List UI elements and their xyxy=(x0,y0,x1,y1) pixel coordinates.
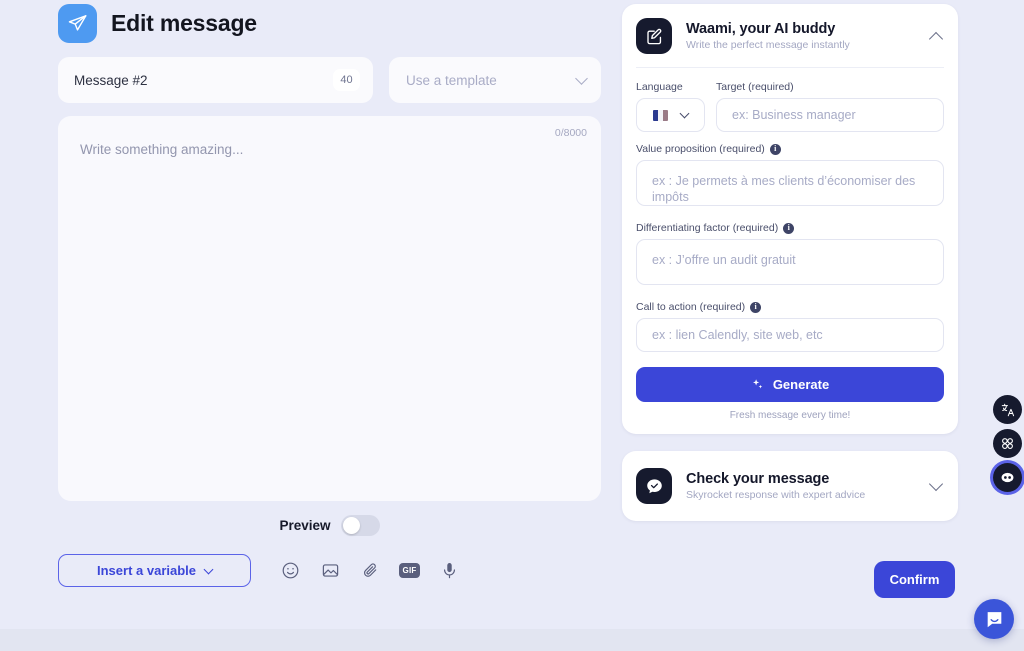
ai-buddy-subtitle: Write the perfect message instantly xyxy=(686,39,850,51)
chevron-down-icon[interactable] xyxy=(928,476,944,491)
send-plane-icon xyxy=(58,3,97,43)
differentiating-factor-label: Differentiating factor (required) i xyxy=(636,222,944,234)
message-textarea-placeholder: Write something amazing... xyxy=(80,142,244,157)
image-icon[interactable] xyxy=(319,560,341,582)
floating-rail xyxy=(993,395,1022,492)
check-message-subtitle: Skyrocket response with expert advice xyxy=(686,489,866,501)
edit-square-icon xyxy=(636,18,672,54)
chat-check-icon xyxy=(636,468,672,504)
template-select[interactable]: Use a template xyxy=(389,57,601,103)
translate-icon[interactable] xyxy=(993,395,1022,424)
template-select-placeholder: Use a template xyxy=(406,72,497,88)
call-to-action-label-text: Call to action (required) xyxy=(636,301,746,313)
attachment-icon[interactable] xyxy=(359,560,381,582)
message-editor-column: Edit message Message #2 40 Use a templat… xyxy=(58,0,603,587)
chevron-down-icon xyxy=(203,564,214,574)
page-header: Edit message xyxy=(58,2,603,44)
intercom-launcher[interactable] xyxy=(974,599,1014,639)
attachment-icon-strip: GIF xyxy=(279,560,460,582)
call-to-action-label: Call to action (required) i xyxy=(636,301,944,313)
preview-label: Preview xyxy=(279,518,331,533)
language-field: Language xyxy=(636,81,705,132)
sparkle-icon xyxy=(752,379,763,389)
preview-toggle-knob xyxy=(342,517,360,534)
info-icon[interactable]: i xyxy=(783,222,795,234)
target-input[interactable] xyxy=(716,98,944,132)
message-meta-row: Message #2 40 Use a template xyxy=(58,57,603,103)
microphone-icon[interactable] xyxy=(438,560,460,582)
check-message-panel-header[interactable]: Check your message Skyrocket response wi… xyxy=(622,451,958,521)
ai-buddy-panel: Waami, your AI buddy Write the perfect m… xyxy=(622,4,958,434)
message-name-field[interactable]: Message #2 40 xyxy=(58,57,373,103)
check-message-panel: Check your message Skyrocket response wi… xyxy=(622,451,958,521)
ai-buddy-panel-body: Language Target (required) Value proposi… xyxy=(636,67,944,434)
generate-note: Fresh message every time! xyxy=(729,410,851,421)
insert-variable-label: Insert a variable xyxy=(97,563,196,578)
language-select[interactable] xyxy=(636,98,705,132)
value-proposition-field: Value proposition (required) i xyxy=(636,143,944,211)
differentiating-factor-input[interactable] xyxy=(636,239,944,285)
message-name-label: Message #2 xyxy=(74,72,148,88)
target-label: Target (required) xyxy=(716,81,794,93)
bottom-strip xyxy=(0,629,1024,651)
generate-button[interactable]: Generate xyxy=(636,367,944,402)
language-target-row: Language Target (required) xyxy=(636,81,944,132)
call-to-action-input[interactable] xyxy=(636,318,944,352)
differentiating-factor-field: Differentiating factor (required) i xyxy=(636,222,944,290)
preview-toggle[interactable] xyxy=(340,515,380,536)
page-title: Edit message xyxy=(111,9,257,36)
emoji-icon[interactable] xyxy=(279,560,301,582)
preview-toggle-row: Preview xyxy=(58,515,601,536)
ai-buddy-title: Waami, your AI buddy xyxy=(686,21,836,37)
generate-button-label: Generate xyxy=(772,377,830,392)
assistant-avatar-icon[interactable] xyxy=(993,463,1022,492)
language-label: Language xyxy=(636,81,683,93)
check-message-panel-text: Check your message Skyrocket response wi… xyxy=(686,471,917,501)
message-textarea[interactable]: 0/8000 Write something amazing... xyxy=(58,116,601,501)
character-counter: 0/8000 xyxy=(554,127,587,139)
flag-france-icon xyxy=(653,109,668,121)
value-proposition-label: Value proposition (required) i xyxy=(636,143,944,155)
info-icon[interactable]: i xyxy=(769,143,781,155)
call-to-action-field: Call to action (required) i xyxy=(636,301,944,352)
confirm-button[interactable]: Confirm xyxy=(874,561,955,598)
target-field: Target (required) xyxy=(716,81,944,132)
chevron-down-icon xyxy=(679,108,690,119)
editor-toolbar: Insert a variable GIF xyxy=(58,554,603,587)
check-message-title: Check your message xyxy=(686,471,830,487)
message-count-badge: 40 xyxy=(333,69,360,91)
value-proposition-label-text: Value proposition (required) xyxy=(636,143,765,155)
value-proposition-input[interactable] xyxy=(636,160,944,206)
chevron-down-icon xyxy=(575,71,588,85)
gif-icon[interactable]: GIF xyxy=(399,563,420,578)
chevron-up-icon[interactable] xyxy=(928,31,944,46)
ai-buddy-panel-text: Waami, your AI buddy Write the perfect m… xyxy=(686,21,917,51)
apps-grid-icon[interactable] xyxy=(993,429,1022,458)
ai-buddy-panel-header[interactable]: Waami, your AI buddy Write the perfect m… xyxy=(622,4,958,67)
info-icon[interactable]: i xyxy=(750,301,762,313)
insert-variable-button[interactable]: Insert a variable xyxy=(58,554,251,587)
assistant-column: Waami, your AI buddy Write the perfect m… xyxy=(622,4,958,521)
differentiating-factor-label-text: Differentiating factor (required) xyxy=(636,222,779,234)
